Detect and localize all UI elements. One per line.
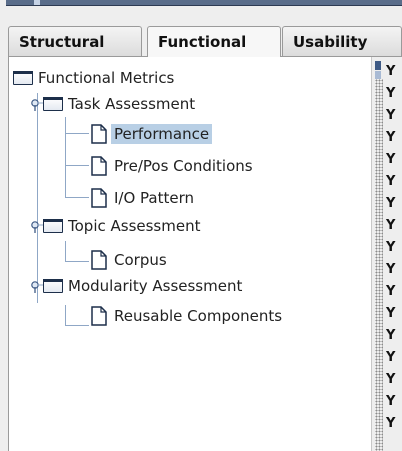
folder-icon (43, 97, 63, 111)
side-glyph: Y (386, 218, 396, 233)
side-glyph: Y (386, 372, 396, 387)
tree-line (65, 197, 89, 198)
tree-line (65, 261, 89, 262)
side-glyph: Y (386, 262, 396, 277)
tree-line (65, 241, 66, 261)
tab-structural[interactable]: Structural (8, 26, 142, 56)
document-icon (91, 306, 107, 326)
tree-leaf-performance[interactable]: Performance (91, 123, 213, 145)
scroll-track[interactable] (375, 79, 383, 451)
tree-leaf-corpus[interactable]: Corpus (91, 249, 170, 271)
scroll-up-arrow-icon[interactable] (375, 61, 381, 70)
tree-group-label: Topic Assessment (68, 217, 201, 235)
tree-line (37, 93, 38, 303)
folder-icon (43, 279, 63, 293)
tree-group-modularity-assessment[interactable]: Modularity Assessment (43, 275, 245, 297)
tree-leaf-pre-pos-conditions[interactable]: Pre/Pos Conditions (91, 155, 256, 177)
tree-group-label: Task Assessment (68, 95, 196, 113)
document-icon (91, 188, 107, 208)
side-glyph: Y (386, 416, 396, 431)
tab-functional-label: Functional (158, 33, 247, 51)
tree-line (65, 305, 66, 325)
scroll-down-arrow-icon[interactable] (375, 71, 381, 79)
tree-leaf-label: Performance (111, 124, 213, 144)
side-glyph: Y (386, 86, 396, 101)
tree-line (65, 133, 89, 134)
tab-structural-label: Structural (19, 33, 105, 51)
tree-line (65, 325, 89, 326)
side-glyph: Y (386, 240, 396, 255)
expand-handle-icon[interactable] (31, 281, 43, 293)
tree-leaf-label: Pre/Pos Conditions (114, 157, 253, 175)
side-glyph: Y (386, 306, 396, 321)
side-glyph: Y (386, 108, 396, 123)
side-glyph: Y (386, 64, 396, 79)
document-icon (91, 250, 107, 270)
title-bar-remnant (6, 0, 402, 6)
expand-handle-icon[interactable] (31, 221, 43, 233)
document-icon (91, 156, 107, 176)
side-glyph: Y (386, 196, 396, 211)
tree-line (65, 117, 66, 197)
side-glyph: Y (386, 152, 396, 167)
tree-leaf-label: I/O Pattern (114, 189, 195, 207)
tree-leaf-label: Reusable Components (114, 307, 283, 325)
tree-line (65, 165, 89, 166)
metrics-tree: Functional Metrics Task Assessment Perfo… (9, 57, 371, 451)
tree-leaf-reusable-components[interactable]: Reusable Components (91, 305, 285, 327)
document-icon (91, 124, 107, 144)
vertical-scrollbar[interactable]: Y Y Y Y Y Y Y Y Y Y Y Y Y Y Y Y Y (371, 57, 402, 451)
tree-panel: Functional Metrics Task Assessment Perfo… (8, 56, 402, 451)
side-glyph: Y (386, 130, 396, 145)
tree-group-label: Modularity Assessment (68, 277, 243, 295)
tree-leaf-label: Corpus (114, 251, 167, 269)
tree-group-task-assessment[interactable]: Task Assessment (43, 93, 198, 115)
tab-functional[interactable]: Functional (147, 26, 281, 57)
tree-group-topic-assessment[interactable]: Topic Assessment (43, 215, 203, 237)
folder-icon (43, 219, 63, 233)
side-glyph: Y (386, 284, 396, 299)
tree-root-label: Functional Metrics (38, 69, 175, 87)
side-glyph-column: Y Y Y Y Y Y Y Y Y Y Y Y Y Y Y Y Y (386, 61, 402, 435)
tab-usability[interactable]: Usability (282, 26, 402, 56)
side-glyph: Y (386, 174, 396, 189)
expand-handle-icon[interactable] (31, 99, 43, 111)
tab-usability-label: Usability (293, 33, 368, 51)
side-glyph: Y (386, 328, 396, 343)
side-glyph: Y (386, 350, 396, 365)
tree-root[interactable]: Functional Metrics (13, 67, 177, 89)
side-glyph: Y (386, 394, 396, 409)
folder-icon (13, 71, 33, 85)
tree-leaf-io-pattern[interactable]: I/O Pattern (91, 187, 197, 209)
